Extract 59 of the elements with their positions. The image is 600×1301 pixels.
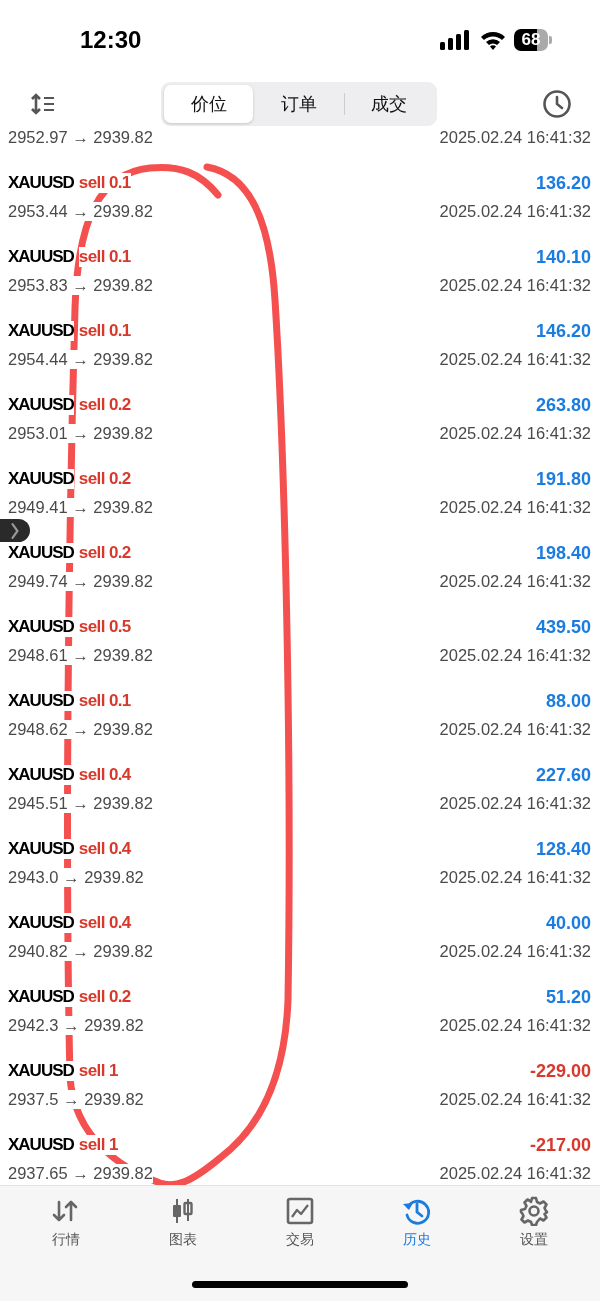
price-change: 2953.44 → 2939.82: [8, 201, 153, 221]
price-change: 2953.83 → 2939.82: [8, 275, 153, 295]
symbol-label: XAUUSD: [8, 617, 74, 637]
tab-bar-item[interactable]: 设置: [483, 1196, 584, 1249]
symbol-label: XAUUSD: [8, 913, 74, 933]
profit-value: 136.20: [535, 172, 591, 194]
wifi-icon: [480, 30, 506, 50]
price-change: 2953.01 → 2939.82: [8, 423, 153, 443]
price-change: 2945.51 → 2939.82: [8, 793, 153, 813]
price-change: 2942.3 → 2939.82: [8, 1015, 144, 1035]
settings-icon: [518, 1196, 549, 1226]
symbol-label: XAUUSD: [8, 543, 74, 563]
profit-value: 439.50: [535, 616, 591, 638]
sort-icon[interactable]: [30, 93, 56, 115]
profit-value: 191.80: [535, 468, 591, 490]
price-change: 2954.44 → 2939.82: [8, 349, 153, 369]
symbol-label: XAUUSD: [8, 765, 74, 785]
symbol-label: XAUUSD: [8, 987, 74, 1007]
order-label: sell 0.1: [78, 173, 131, 193]
side-panel-handle[interactable]: [0, 519, 30, 542]
profit-value: 40.00: [545, 912, 591, 934]
segment-tab[interactable]: 成交: [344, 85, 434, 123]
price-change: 2943.0 → 2939.82: [8, 867, 144, 887]
price-change: 2949.74 → 2939.82: [8, 571, 153, 591]
tab-bar-item[interactable]: 行情: [16, 1196, 117, 1249]
price-change: 2937.65 → 2939.82: [8, 1163, 153, 1183]
tab-bar-item[interactable]: 历史: [366, 1196, 467, 1249]
profit-value: 51.20: [545, 986, 591, 1008]
profit-value: -217.00: [529, 1134, 591, 1156]
symbol-label: XAUUSD: [8, 395, 74, 415]
profit-value: 128.40: [535, 838, 591, 860]
profit-value: 146.20: [535, 320, 591, 342]
price-change: 2940.82 → 2939.82: [8, 941, 153, 961]
clock-icon[interactable]: [542, 89, 572, 119]
status-time: 12:30: [80, 26, 142, 54]
segment-tab[interactable]: 价位: [164, 85, 254, 123]
symbol-label: XAUUSD: [8, 321, 74, 341]
chevron-right-icon: [11, 522, 19, 539]
price-change: 2937.5 → 2939.82: [8, 1089, 144, 1109]
segment-tab[interactable]: 订单: [254, 85, 344, 123]
line-chart-icon: [285, 1196, 315, 1226]
tab-bar-item[interactable]: 图表: [133, 1196, 234, 1249]
profit-value: 263.80: [535, 394, 591, 416]
symbol-label: XAUUSD: [8, 691, 74, 711]
profit-value: 88.00: [545, 690, 591, 712]
order-label: sell 1: [78, 1135, 118, 1155]
profit-value: 198.40: [535, 542, 591, 564]
profit-value: -229.00: [529, 1060, 591, 1082]
symbol-label: XAUUSD: [8, 1061, 74, 1081]
profit-value: 140.10: [535, 246, 591, 268]
profit-value: 227.60: [535, 764, 591, 786]
order-label: sell 0.1: [78, 247, 131, 267]
signal-icon: [440, 29, 472, 51]
price-change: 2949.41 → 2939.82: [8, 497, 153, 517]
symbol-label: XAUUSD: [8, 469, 74, 489]
price-change: 2948.62 → 2939.82: [8, 719, 153, 739]
tab-bar-item[interactable]: 交易: [250, 1196, 350, 1249]
symbol-label: XAUUSD: [8, 839, 74, 859]
price-change: 2948.61 → 2939.82: [8, 645, 153, 665]
